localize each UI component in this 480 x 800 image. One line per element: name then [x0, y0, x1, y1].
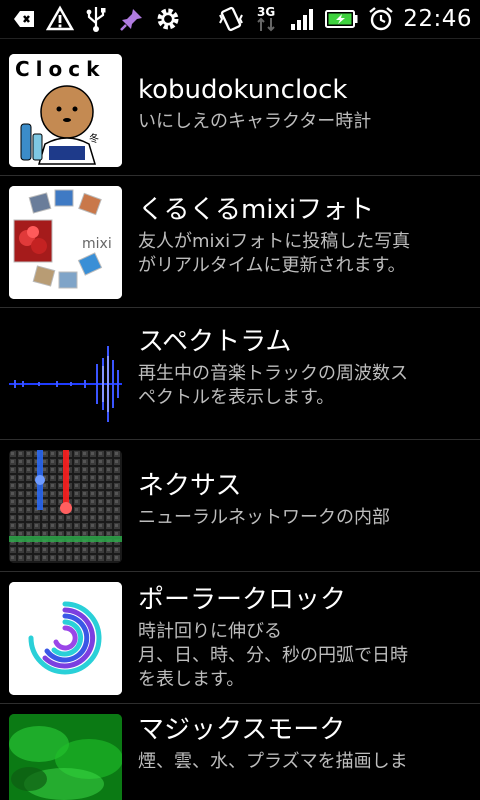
magic-smoke-thumbnail: [9, 714, 122, 800]
kobudokunclock-thumbnail: Clock 冬: [9, 54, 122, 167]
battery-charging-icon: [325, 5, 359, 33]
warning-icon: [46, 5, 74, 33]
notification-icons: [0, 5, 182, 33]
signal-icon: [289, 5, 317, 33]
list-item-magic-smoke[interactable]: マジックスモーク 煙、雲、水、プラズマを描画しま: [0, 704, 480, 800]
item-title: スペクトラム: [138, 327, 292, 357]
item-description: 友人がmixiフォトに投稿した写真 がリアルタイムに更新されます。: [138, 231, 411, 276]
item-title: ネクサス: [138, 471, 242, 501]
item-title: くるくるmixiフォト: [138, 195, 375, 225]
list-item-kurukuru-mixi-photo[interactable]: mixi くるくるmixiフォト 友人がmixiフォトに投稿した写真 がリアルタ…: [0, 176, 480, 308]
mixi-photo-thumbnail: mixi: [9, 186, 122, 299]
svg-text:冬: 冬: [89, 132, 99, 145]
live-wallpaper-list: Clock 冬 kobudokunclock いにしえのキャラクター時計 mix…: [0, 44, 480, 800]
vibrate-icon: [217, 5, 245, 33]
item-description: 煙、雲、水、プラズマを描画しま: [138, 751, 408, 772]
svg-text:mixi: mixi: [82, 236, 112, 252]
nexus-thumbnail: [9, 450, 122, 563]
usb-debug-icon: [10, 5, 38, 33]
list-item-nexus[interactable]: ネクサス ニューラルネットワークの内部: [0, 440, 480, 572]
list-item-polar-clock[interactable]: ポーラークロック 時計回りに伸びる 月、日、時、分、秒の円弧で日時 を表します。: [0, 572, 480, 704]
alarm-icon: [367, 5, 395, 33]
status-bar: 3G 22:46: [0, 0, 480, 39]
list-item-text: マジックスモーク 煙、雲、水、プラズマを描画しま: [138, 704, 472, 774]
list-item-text: くるくるmixiフォト 友人がmixiフォトに投稿した写真 がリアルタイムに更新…: [138, 176, 472, 278]
clock: 22:46: [403, 6, 472, 32]
usb-icon: [82, 5, 110, 33]
3g-icon: 3G: [253, 5, 281, 33]
list-item-text: ポーラークロック 時計回りに伸びる 月、日、時、分、秒の円弧で日時 を表します。: [138, 572, 472, 692]
item-description: 時計回りに伸びる 月、日、時、分、秒の円弧で日時 を表します。: [138, 621, 408, 690]
list-item-text: ネクサス ニューラルネットワークの内部: [138, 440, 472, 530]
item-title: kobudokunclock: [138, 75, 348, 105]
list-item-spectrum[interactable]: スペクトラム 再生中の音楽トラックの周波数ス ペクトルを表示します。: [0, 308, 480, 440]
list-item-text: kobudokunclock いにしえのキャラクター時計: [138, 44, 472, 134]
spectrum-thumbnail: [9, 318, 122, 431]
pin-icon: [118, 5, 146, 33]
svg-text:3G: 3G: [257, 5, 275, 19]
item-description: いにしえのキャラクター時計: [138, 111, 372, 132]
item-description: 再生中の音楽トラックの周波数ス ペクトルを表示します。: [138, 363, 408, 408]
settings-icon: [154, 5, 182, 33]
polar-clock-thumbnail: [9, 582, 122, 695]
list-item-kobudokunclock[interactable]: Clock 冬 kobudokunclock いにしえのキャラクター時計: [0, 44, 480, 176]
item-title: マジックスモーク: [138, 715, 346, 745]
svg-text:Clock: Clock: [15, 57, 105, 81]
system-icons: 3G 22:46: [217, 5, 480, 33]
item-description: ニューラルネットワークの内部: [138, 507, 390, 528]
list-item-text: スペクトラム 再生中の音楽トラックの周波数ス ペクトルを表示します。: [138, 308, 472, 410]
item-title: ポーラークロック: [138, 585, 347, 615]
